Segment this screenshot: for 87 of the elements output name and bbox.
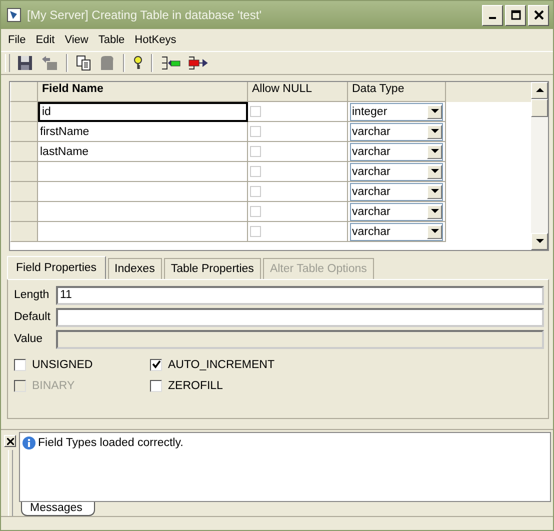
column-header[interactable]: Field Name bbox=[38, 82, 248, 102]
checkbox[interactable] bbox=[150, 380, 162, 392]
save-button[interactable] bbox=[15, 54, 35, 72]
dropdown-arrow-icon bbox=[430, 229, 438, 234]
dropdown-arrow-icon bbox=[430, 129, 438, 134]
messages-tab[interactable]: Messages bbox=[21, 502, 96, 516]
field-label: Value bbox=[13, 333, 44, 345]
checkbox-label: BINARY bbox=[32, 380, 75, 392]
data-type-dropdown[interactable]: varchar bbox=[350, 202, 443, 220]
close-button[interactable] bbox=[528, 4, 549, 26]
data-type-dropdown[interactable]: varchar bbox=[350, 142, 443, 160]
insert-button[interactable] bbox=[159, 54, 183, 72]
maximize-button[interactable] bbox=[505, 4, 526, 26]
row-header[interactable] bbox=[10, 182, 38, 202]
scroll-thumb[interactable] bbox=[531, 99, 548, 117]
tab[interactable]: Table Properties bbox=[164, 258, 261, 279]
allow-null-checkbox[interactable] bbox=[250, 126, 261, 137]
delete-button[interactable] bbox=[186, 54, 210, 72]
menu-item[interactable]: File bbox=[3, 34, 31, 46]
input-field[interactable]: 11 bbox=[56, 286, 544, 304]
message-text: Field Types loaded correctly. bbox=[38, 437, 184, 449]
maximize-icon bbox=[510, 10, 520, 20]
field-label: Length bbox=[13, 289, 50, 301]
checkbox-label: ZEROFILL bbox=[168, 380, 223, 392]
dropdown-arrow-icon bbox=[430, 149, 438, 154]
field-name-cell[interactable]: firstName bbox=[38, 122, 248, 142]
insert-row-icon bbox=[161, 55, 181, 71]
close-icon bbox=[6, 438, 14, 444]
minimize-button[interactable] bbox=[482, 4, 503, 26]
menu-item[interactable]: Edit bbox=[30, 34, 60, 46]
arrow-icon bbox=[40, 55, 58, 71]
field-name-cell[interactable]: lastName bbox=[38, 142, 248, 162]
app-icon bbox=[7, 8, 21, 22]
menu-item[interactable]: View bbox=[60, 34, 94, 46]
data-type-dropdown[interactable]: varchar bbox=[350, 122, 443, 140]
checkbox-label: AUTO_INCREMENT bbox=[168, 358, 274, 370]
dropdown-arrow-icon bbox=[430, 109, 438, 114]
input-field[interactable] bbox=[56, 308, 544, 326]
scroll-down-icon bbox=[536, 239, 544, 244]
row-header[interactable] bbox=[10, 162, 38, 182]
close-icon bbox=[534, 10, 544, 20]
allow-null-checkbox[interactable] bbox=[250, 226, 261, 237]
allow-null-checkbox[interactable] bbox=[250, 166, 261, 177]
field-label: Default bbox=[13, 311, 52, 323]
allow-null-checkbox[interactable] bbox=[250, 146, 261, 157]
row-header[interactable] bbox=[10, 122, 38, 142]
key-icon bbox=[133, 55, 143, 71]
field-name-cell[interactable]: id bbox=[38, 102, 248, 122]
dropdown-arrow-icon bbox=[430, 189, 438, 194]
floppy-icon bbox=[17, 55, 33, 71]
menu-item[interactable]: HotKeys bbox=[130, 34, 182, 46]
allow-null-checkbox[interactable] bbox=[250, 106, 261, 117]
menu-item[interactable]: Table bbox=[93, 34, 130, 46]
window-title: [My Server] Creating Table in database 'test' bbox=[27, 8, 262, 22]
data-type-dropdown[interactable]: varchar bbox=[350, 162, 443, 180]
row-header[interactable] bbox=[10, 102, 38, 122]
tab[interactable]: Field Properties bbox=[7, 256, 106, 279]
data-type-dropdown[interactable]: varchar bbox=[350, 182, 443, 200]
dropdown-arrow-icon bbox=[430, 169, 438, 174]
field-name-cell[interactable] bbox=[38, 162, 248, 182]
data-type-dropdown[interactable]: varchar bbox=[350, 222, 443, 240]
scroll-up-icon bbox=[536, 88, 544, 93]
vertical-scrollbar[interactable] bbox=[531, 82, 548, 250]
row-header[interactable] bbox=[10, 202, 38, 222]
key-button[interactable] bbox=[131, 54, 145, 72]
column-header[interactable]: Allow NULL bbox=[248, 82, 348, 102]
close-button[interactable] bbox=[4, 435, 16, 447]
checkbox[interactable] bbox=[150, 358, 162, 370]
delete-row-icon bbox=[188, 55, 208, 71]
field-name-cell[interactable] bbox=[38, 222, 248, 242]
checkbox-label: UNSIGNED bbox=[32, 358, 93, 370]
copy-icon bbox=[76, 55, 92, 71]
checkbox[interactable] bbox=[14, 358, 26, 370]
allow-null-checkbox[interactable] bbox=[250, 206, 261, 217]
minimize-icon bbox=[489, 17, 496, 19]
field-name-cell[interactable] bbox=[38, 202, 248, 222]
row-header bbox=[10, 82, 38, 102]
allow-null-checkbox[interactable] bbox=[250, 186, 261, 197]
field-name-cell[interactable] bbox=[38, 182, 248, 202]
row-header[interactable] bbox=[10, 222, 38, 242]
paste-icon bbox=[99, 55, 115, 71]
column-header[interactable]: Data Type bbox=[348, 82, 446, 102]
info-icon bbox=[22, 436, 36, 450]
row-header[interactable] bbox=[10, 142, 38, 162]
data-type-dropdown[interactable]: integer bbox=[350, 102, 443, 120]
tab[interactable]: Indexes bbox=[108, 258, 162, 279]
dropdown-arrow-icon bbox=[430, 209, 438, 214]
